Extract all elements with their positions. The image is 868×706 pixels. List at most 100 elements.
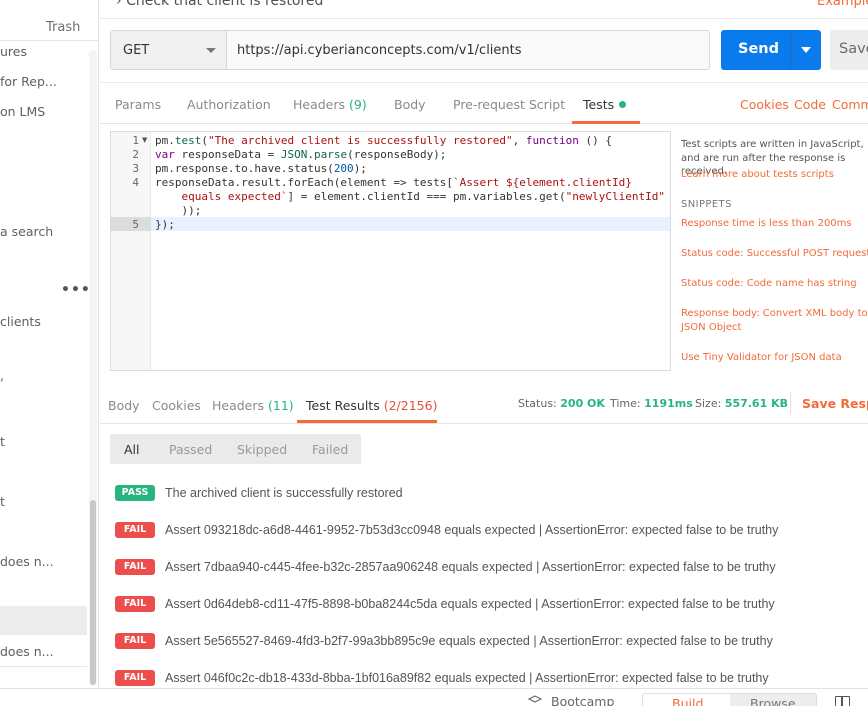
- graduation-cap-icon: [528, 695, 542, 703]
- code-line: var responseData = JSON.parse(responseBo…: [155, 148, 447, 161]
- tab-headers-label: Headers: [293, 97, 346, 112]
- filter-all[interactable]: All: [124, 442, 140, 457]
- trash-link[interactable]: Trash: [46, 20, 80, 35]
- time-value: 1191ms: [644, 397, 693, 410]
- fail-badge: FAIL: [115, 670, 155, 686]
- sidebar-item[interactable]: for Rep...: [0, 74, 57, 89]
- sidebar-item[interactable]: ,: [0, 368, 4, 383]
- tab-response-cookies[interactable]: Cookies: [152, 398, 201, 413]
- sidebar-item[interactable]: t: [0, 494, 5, 509]
- tab-authorization[interactable]: Authorization: [187, 97, 271, 112]
- sidebar-item[interactable]: does n...: [0, 644, 54, 659]
- request-tabs: Params Authorization Headers (9) Body Pr…: [100, 82, 868, 124]
- bootcamp-link[interactable]: Bootcamp: [551, 694, 614, 706]
- line-number: 4: [132, 176, 139, 189]
- example-title-text: Check that client is restored: [126, 0, 324, 9]
- snippet-link[interactable]: Response time is less than 200ms: [681, 217, 868, 231]
- pass-badge: PASS: [115, 485, 155, 501]
- build-label: Build: [672, 696, 704, 706]
- tab-headers[interactable]: Headers (9): [293, 97, 367, 112]
- test-result-text: Assert 7dbaa940-c445-4fee-b32c-2857aa906…: [165, 560, 776, 574]
- active-line-highlight: [111, 217, 670, 231]
- tab-prerequest-script[interactable]: Pre-request Script: [453, 97, 565, 112]
- snippet-link[interactable]: Use Tiny Validator for JSON data: [681, 351, 868, 365]
- snippets-heading: SNIPPETS: [681, 199, 732, 210]
- code-line: pm.response.to.have.status(200);: [155, 162, 367, 175]
- response-time: Time: 1191ms: [610, 397, 693, 410]
- save-response-button[interactable]: Save Response: [802, 396, 868, 411]
- tab-response-headers-count: (11): [268, 398, 294, 413]
- snippet-link[interactable]: Response body: Convert XML body to a JSO…: [681, 307, 868, 335]
- tab-headers-count: (9): [349, 97, 367, 112]
- method-value: GET: [123, 43, 150, 58]
- tab-test-results[interactable]: Test Results (2/2156): [306, 398, 437, 413]
- snippet-link[interactable]: Status code: Code name has string: [681, 277, 868, 291]
- sidebar-item[interactable]: ures: [0, 44, 27, 59]
- tab-params[interactable]: Params: [115, 97, 161, 112]
- cookies-link[interactable]: Cookies: [740, 97, 789, 112]
- tab-tests[interactable]: Tests: [583, 97, 627, 112]
- comments-link[interactable]: Comments: [832, 97, 868, 112]
- chevron-down-icon[interactable]: [801, 47, 811, 53]
- code-line: pm.test("The archived client is successf…: [155, 134, 612, 147]
- divider: [0, 666, 87, 667]
- tab-test-results-label: Test Results: [306, 398, 380, 413]
- filter-failed[interactable]: Failed: [312, 442, 348, 457]
- test-result-text: Assert 046f0c2c-db18-433d-8bba-1bf016a89…: [165, 671, 769, 685]
- time-label: Time:: [610, 397, 641, 410]
- example-title: › Check that client is restored: [116, 0, 323, 9]
- send-button[interactable]: Send: [721, 30, 821, 70]
- status-dot-icon: [619, 101, 627, 108]
- fold-arrow-icon[interactable]: ▼: [142, 136, 147, 144]
- tab-response-headers[interactable]: Headers (11): [212, 398, 294, 413]
- fail-badge: FAIL: [115, 559, 155, 575]
- build-button[interactable]: Build: [643, 694, 730, 706]
- examples-link[interactable]: Examples: [817, 0, 868, 9]
- code-link[interactable]: Code: [794, 97, 826, 112]
- line-number: 5: [132, 218, 139, 231]
- filter-skipped[interactable]: Skipped: [237, 442, 287, 457]
- save-button[interactable]: Save: [830, 30, 868, 70]
- sidebar-scrollbar-thumb[interactable]: [90, 500, 96, 685]
- tab-test-results-count: (2/2156): [383, 398, 438, 413]
- request-url-bar: GET https://api.cyberianconcepts.com/v1/…: [110, 30, 710, 70]
- two-pane-layout-icon[interactable]: [835, 696, 850, 706]
- test-result-text: Assert 0d64deb8-cd11-47f5-8898-b0ba8244c…: [165, 597, 775, 611]
- sidebar-item-selected[interactable]: [0, 606, 87, 635]
- code-line: responseData.result.forEach(element => t…: [155, 176, 632, 189]
- test-result-text: Assert 093218dc-a6d8-4461-9952-7b53d3cc0…: [165, 523, 779, 537]
- code-line: ));: [155, 204, 202, 217]
- tab-response-headers-label: Headers: [212, 398, 265, 413]
- code-line: equals expected`] = element.clientId ===…: [181, 190, 665, 203]
- chevron-down-icon: [206, 48, 216, 53]
- sidebar-item[interactable]: on LMS: [0, 104, 45, 119]
- divider: [790, 392, 791, 414]
- sidebar-item[interactable]: t: [0, 434, 5, 449]
- send-button-label: Send: [738, 41, 779, 57]
- status-value: 200 OK: [560, 397, 605, 410]
- divider: [0, 40, 98, 41]
- url-input[interactable]: https://api.cyberianconcepts.com/v1/clie…: [237, 43, 522, 58]
- tests-code-editor[interactable]: 1 ▼ 2 3 4 5 pm.test("The archived client…: [110, 131, 671, 371]
- more-options-icon[interactable]: •••: [61, 282, 91, 298]
- sidebar-item[interactable]: does n...: [0, 554, 54, 569]
- size-value: 557.61 KB: [724, 397, 788, 410]
- result-filter-group: All Passed Skipped Failed: [110, 434, 361, 464]
- tab-response-body[interactable]: Body: [108, 398, 140, 413]
- tab-body[interactable]: Body: [394, 97, 426, 112]
- sidebar-item[interactable]: clients: [0, 314, 41, 329]
- method-select[interactable]: GET: [111, 31, 227, 69]
- code-line: });: [155, 218, 175, 231]
- save-button-label: Save: [839, 41, 868, 57]
- size-label: Size:: [695, 397, 722, 410]
- filter-passed[interactable]: Passed: [169, 442, 212, 457]
- divider: [100, 18, 868, 19]
- snippet-link[interactable]: Status code: Successful POST request: [681, 247, 868, 261]
- response-status: Status: 200 OK: [518, 397, 605, 410]
- status-bar: Bootcamp Build Browse: [0, 688, 868, 706]
- fail-badge: FAIL: [115, 596, 155, 612]
- learn-more-link[interactable]: Learn more about tests scripts: [681, 169, 834, 180]
- line-number: 2: [132, 148, 139, 161]
- status-label: Status:: [518, 397, 557, 410]
- sidebar-item[interactable]: a search: [0, 224, 53, 239]
